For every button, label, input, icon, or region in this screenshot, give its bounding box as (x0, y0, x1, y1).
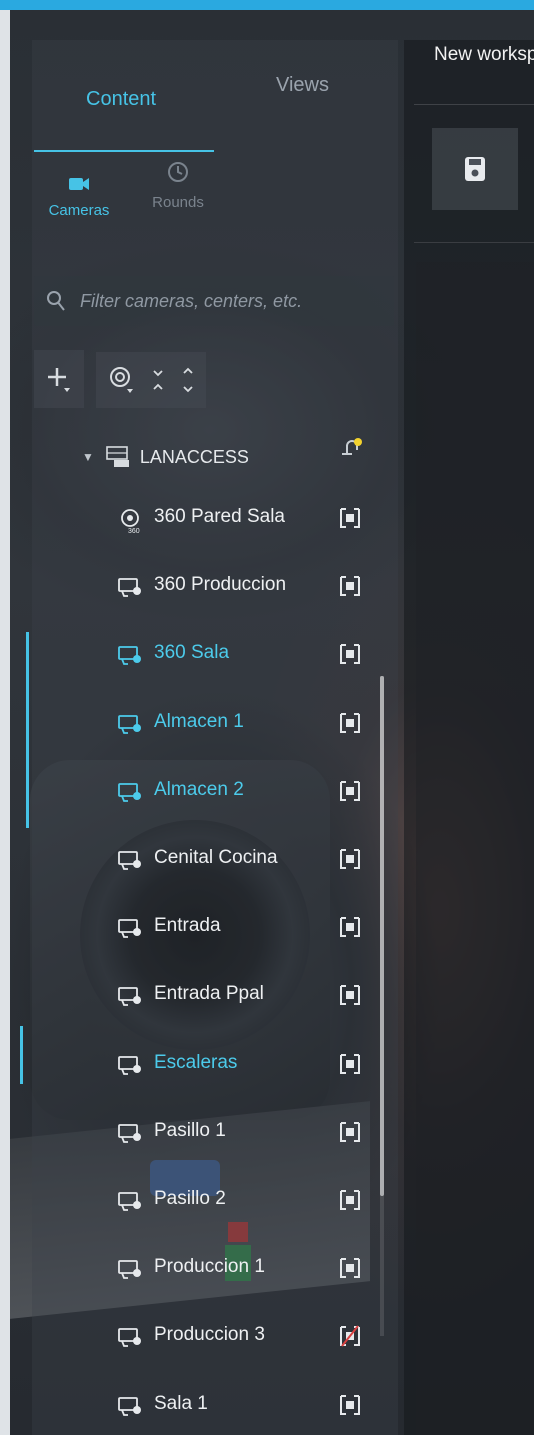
camera-icon (118, 1123, 141, 1143)
add-to-view-icon[interactable] (338, 1052, 362, 1076)
subtab-rounds-label: Rounds (152, 194, 204, 211)
camera-name: 360 Sala (154, 642, 230, 664)
camera-icon (118, 578, 141, 598)
camera-icon (118, 1260, 141, 1280)
camera-icon (118, 919, 141, 939)
camera-name: Entrada (154, 915, 221, 937)
camera-icon (118, 987, 141, 1007)
camera-icon (118, 646, 141, 666)
camera-name: Almacen 2 (154, 778, 244, 800)
tree-root-label: LANACCESS (139, 446, 249, 467)
svg-text:360: 360 (128, 528, 140, 534)
add-to-view-icon[interactable] (338, 915, 362, 939)
add-to-view-icon[interactable] (338, 574, 362, 598)
active-tab-underline (34, 150, 214, 152)
camera-list-item[interactable]: Pasillo 2 (118, 1182, 388, 1220)
camera-icon (118, 1192, 141, 1211)
camera-icon (118, 1396, 141, 1416)
camera-icon (118, 714, 141, 734)
camera-name: Pasillo 2 (154, 1188, 226, 1209)
add-to-view-icon[interactable] (338, 847, 362, 871)
camera-icon (118, 782, 141, 802)
search-input[interactable] (78, 284, 392, 318)
add-button[interactable] (34, 350, 84, 408)
collapse-all-icon[interactable] (151, 367, 165, 393)
camera-list-item[interactable]: Entrada (118, 909, 388, 947)
camera-list-item[interactable]: Produccion 3 (118, 1318, 388, 1356)
workspace-canvas[interactable] (416, 262, 534, 1435)
add-to-view-icon[interactable] (338, 1393, 362, 1417)
workspace-divider-2 (414, 242, 534, 243)
camera-name: Cenital Cocina (154, 847, 278, 868)
tree-root-lanaccess[interactable]: ▼ LANACCESS (82, 442, 249, 472)
subtab-rounds[interactable]: Rounds (138, 160, 218, 211)
add-to-view-icon[interactable] (338, 1324, 362, 1348)
plus-icon (48, 368, 70, 392)
selection-indicator (26, 632, 29, 828)
camera-name: 360 Produccion (154, 574, 287, 596)
360-camera-icon: 360 (121, 509, 140, 534)
camera-list-item[interactable]: Sala 1 (118, 1387, 388, 1425)
camera-list-item[interactable]: Escaleras (118, 1046, 388, 1084)
camera-icon (118, 1055, 141, 1075)
add-to-view-icon[interactable] (338, 1188, 362, 1212)
alert-status-icon[interactable] (338, 436, 366, 460)
camera-icon (69, 178, 89, 190)
camera-list-item[interactable]: 360 360 Pared Sala (118, 500, 388, 538)
camera-name: Entrada Ppal (154, 983, 264, 1005)
tab-views[interactable]: Views (276, 74, 329, 97)
camera-name: Almacen 1 (154, 710, 244, 732)
tab-content[interactable]: Content (86, 88, 156, 111)
subtab-cameras-label: Cameras (48, 202, 110, 219)
camera-name: Produccion 3 (154, 1324, 265, 1346)
camera-list-item[interactable]: Pasillo 1 (118, 1114, 388, 1152)
add-to-view-icon[interactable] (338, 1120, 362, 1144)
add-to-view-icon[interactable] (338, 779, 362, 803)
camera-name: Sala 1 (154, 1392, 208, 1414)
subtab-cameras[interactable]: Cameras (44, 176, 114, 219)
add-to-view-icon[interactable] (338, 983, 362, 1007)
rounds-icon (168, 162, 188, 182)
floppy-disk-icon (465, 157, 485, 181)
left-edge-strip (0, 10, 10, 1435)
search-bar (34, 276, 394, 326)
camera-name: Pasillo 1 (154, 1119, 226, 1141)
camera-icon (118, 1328, 141, 1348)
save-button[interactable] (432, 128, 518, 210)
camera-list-item[interactable]: Almacen 1 (118, 705, 388, 743)
camera-list-item[interactable]: Entrada Ppal (118, 977, 388, 1015)
camera-list-item[interactable]: 360 Sala (118, 636, 388, 674)
caret-down-icon[interactable]: ▼ (82, 450, 94, 464)
top-accent-bar (0, 0, 534, 10)
add-to-view-icon[interactable] (338, 1256, 362, 1280)
expand-all-icon[interactable] (181, 365, 195, 395)
location-filter-button[interactable] (96, 352, 206, 408)
server-icon (106, 446, 129, 467)
workspace-divider (414, 104, 534, 105)
location-icon (110, 367, 133, 393)
camera-list-item[interactable]: Almacen 2 (118, 773, 388, 811)
camera-name: Produccion 1 (154, 1256, 265, 1278)
camera-list-item[interactable]: Cenital Cocina (118, 841, 388, 879)
add-to-view-icon[interactable] (338, 642, 362, 666)
scrollbar-thumb[interactable] (380, 676, 384, 1196)
add-to-view-icon[interactable] (338, 506, 362, 530)
selection-indicator (20, 1026, 23, 1084)
camera-list-item[interactable]: 360 Produccion (118, 568, 388, 606)
add-to-view-icon[interactable] (338, 711, 362, 735)
search-icon (47, 291, 65, 311)
camera-icon (118, 851, 141, 870)
workspace-title[interactable]: New worksp (434, 44, 534, 66)
camera-list-item[interactable]: Produccion 1 (118, 1250, 388, 1288)
camera-name: Escaleras (154, 1051, 238, 1073)
camera-name: 360 Pared Sala (154, 506, 285, 527)
